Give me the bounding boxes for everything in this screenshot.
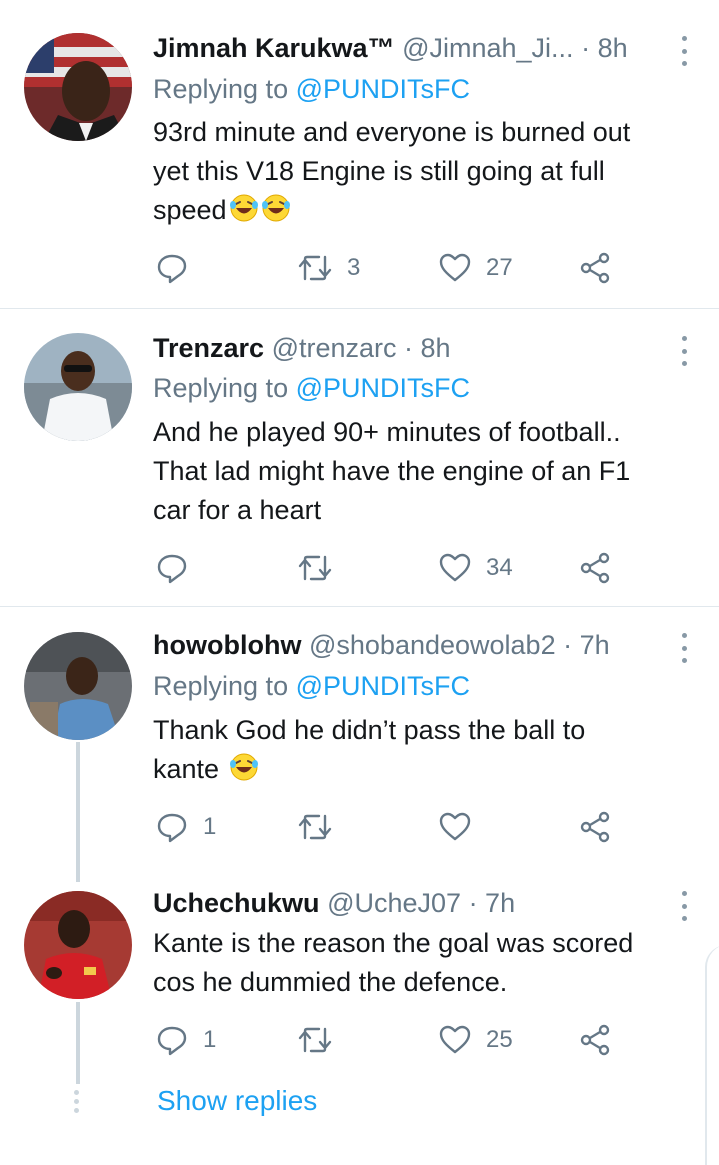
reply-button[interactable]: 1 [155,807,216,847]
retweet-icon [298,1027,332,1053]
retweet-icon [298,814,332,840]
like-icon [439,253,471,282]
reply-tweet[interactable]: Uchechukwu @UcheJ07 · 7h Kante is the re… [0,867,719,1067]
tweet-text: And he played 90+ minutes of football.. … [153,413,693,530]
reply-count: 1 [203,1026,217,1053]
share-button[interactable] [578,548,612,588]
replying-to-handle[interactable]: @PUNDITsFC [296,671,470,701]
more-icon[interactable] [679,36,689,66]
like-button[interactable]: 25 [438,1020,513,1060]
laughing-emoji [229,753,258,781]
retweet-button[interactable] [297,548,347,588]
reply-count: 1 [203,813,217,840]
replying-to: Replying to @PUNDITsFC [153,371,470,405]
replying-prefix: Replying to [153,373,289,403]
like-button[interactable] [438,807,486,847]
author-name[interactable]: Trenzarc [153,333,264,363]
thread-dots [74,1090,80,1113]
reply-icon [157,1026,187,1056]
timestamp: · 7h [468,888,516,918]
share-button[interactable] [578,1020,612,1060]
retweet-button[interactable] [297,1020,347,1060]
tweet-text-line: 93rd minute and everyone is burned out [153,117,631,147]
share-icon [580,552,610,584]
reply-button[interactable] [155,548,189,588]
retweet-button[interactable] [297,807,347,847]
retweet-count: 3 [347,254,361,281]
avatar[interactable] [24,891,132,999]
reply-button[interactable]: 1 [155,1020,216,1060]
like-button[interactable]: 34 [438,548,513,588]
timestamp: · 8h [404,333,451,363]
avatar[interactable] [24,33,132,141]
timestamp: · 7h [563,630,610,660]
timestamp: · 8h [581,33,628,63]
more-icon[interactable] [679,633,689,663]
tweet-text-line: That lad might have the engine of an F1 [153,456,631,486]
laughing-emoji [261,194,290,222]
like-count: 27 [486,254,513,281]
tweet-text-line: yet this V18 Engine is still going at fu… [153,156,605,186]
avatar[interactable] [24,632,132,740]
reply-icon [157,813,187,843]
tweet-text-line: Kante is the reason the goal was scored [153,928,634,958]
tweet-actions: 1 [155,807,625,847]
share-icon [580,252,610,284]
replying-prefix: Replying to [153,74,289,104]
reply-icon [157,254,187,284]
author-handle[interactable]: @trenzarc [272,333,397,363]
like-count: 34 [486,554,513,581]
share-button[interactable] [578,248,612,288]
reply-tweet[interactable]: Trenzarc @trenzarc · 8h Replying to @PUN… [0,309,719,606]
floating-button-edge [705,945,719,1165]
more-icon[interactable] [679,336,689,366]
tweet-text-line: cos he dummied the defence. [153,967,508,997]
tweet-actions: 1 25 [155,1020,625,1060]
share-icon [580,811,610,843]
replying-to: Replying to @PUNDITsFC [153,669,470,703]
like-button[interactable]: 27 [438,248,513,288]
retweet-icon [298,555,332,581]
reply-tweet[interactable]: howoblohw @shobandeowolab2 · 7h Replying… [0,607,719,867]
retweet-icon [298,255,332,281]
tweet-actions: 34 [155,548,625,588]
tweet-text: Thank God he didn’t pass the ball to kan… [153,711,693,789]
author-name[interactable]: Jimnah Karukwa™ [153,33,395,63]
replying-prefix: Replying to [153,671,289,701]
reply-tweet[interactable]: Jimnah Karukwa™ @Jimnah_Ji... · 8h Reply… [0,0,719,308]
like-count: 25 [486,1026,513,1053]
tweet-text-line: kante [153,754,220,784]
author-handle[interactable]: @shobandeowolab2 [309,630,556,660]
reply-button[interactable] [155,248,189,288]
tweet-text-line: And he played 90+ minutes of football.. [153,417,621,447]
tweet-text-line: speed [153,195,227,225]
tweet-text: 93rd minute and everyone is burned out y… [153,113,693,230]
tweet-text-line: Thank God he didn’t pass the ball to [153,715,586,745]
more-icon[interactable] [679,891,689,921]
tweet-actions: 3 27 [155,248,625,288]
laughing-emoji [229,194,258,222]
author-handle[interactable]: @Jimnah_Ji... [402,33,573,63]
replying-to: Replying to @PUNDITsFC [153,72,470,106]
show-replies-link[interactable]: Show replies [157,1085,317,1117]
avatar[interactable] [24,333,132,441]
like-icon [439,812,471,841]
author-handle[interactable]: @UcheJ07 [327,888,461,918]
replying-to-handle[interactable]: @PUNDITsFC [296,373,470,403]
retweet-button[interactable]: 3 [297,248,360,288]
reply-icon [157,554,187,584]
like-icon [439,1025,471,1054]
share-icon [580,1024,610,1056]
author-name[interactable]: Uchechukwu [153,888,320,918]
tweet-text: Kante is the reason the goal was scored … [153,924,693,1002]
author-name[interactable]: howoblohw [153,630,301,660]
share-button[interactable] [578,807,612,847]
replying-to-handle[interactable]: @PUNDITsFC [296,74,470,104]
tweet-text-line: car for a heart [153,495,322,525]
like-icon [439,553,471,582]
